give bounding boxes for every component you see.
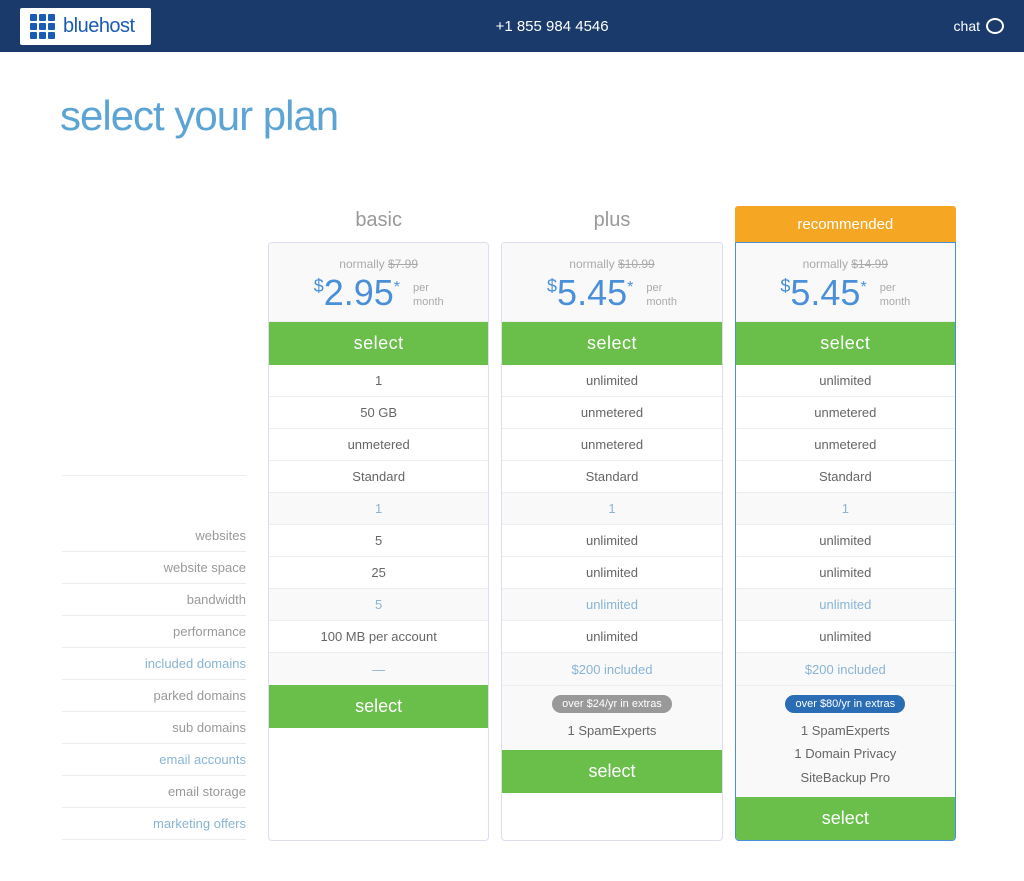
prime-extras-badge: over $80/yr in extras [785, 695, 905, 713]
prime-space: unmetered [736, 397, 955, 429]
phone-number: +1 855 984 4546 [496, 18, 609, 35]
label-websites: websites [62, 520, 246, 552]
prime-recommended-badge: recommended [735, 206, 956, 242]
plus-bandwidth: unmetered [502, 429, 721, 461]
prime-sitebackup: SiteBackup Pro [746, 766, 945, 789]
plus-plan-name: plus [501, 206, 722, 242]
chat-button[interactable]: chat [954, 18, 1004, 34]
prime-pricing: normally $14.99 $5.45* permonth [736, 243, 955, 322]
basic-price: $2.95* permonth [281, 275, 476, 311]
prime-extras: over $80/yr in extras 1 SpamExperts 1 Do… [736, 685, 955, 797]
label-included-domains: included domains [62, 648, 246, 680]
plus-websites: unlimited [502, 365, 721, 397]
basic-pricing: normally $7.99 $2.95* permonth [269, 243, 488, 322]
plan-plus: plus normally $10.99 $5.45* permonth sel… [501, 170, 722, 841]
plus-marketing: $200 included [502, 653, 721, 685]
logo-grid-icon [30, 14, 55, 39]
basic-plan-name: basic [268, 206, 489, 242]
plan-prime: recommended normally $14.99 $5.45* permo… [735, 170, 956, 841]
basic-included-domains: 1 [269, 493, 488, 525]
prime-features: unlimited unmetered unmetered Standard 1… [736, 365, 955, 685]
label-parked-domains: parked domains [62, 680, 246, 712]
prime-sub-domains: unlimited [736, 557, 955, 589]
chat-bubble-icon [986, 18, 1004, 34]
prime-included-domains: 1 [736, 493, 955, 525]
prime-bandwidth: unmetered [736, 429, 955, 461]
label-email-accounts: email accounts [62, 744, 246, 776]
prime-marketing: $200 included [736, 653, 955, 685]
label-website-space: website space [62, 552, 246, 584]
plus-spamexperts: 1 SpamExperts [512, 719, 711, 742]
basic-performance: Standard [269, 461, 488, 493]
header: bluehost +1 855 984 4546 chat [0, 0, 1024, 52]
plus-sub-domains: unlimited [502, 557, 721, 589]
plus-email-storage: unlimited [502, 621, 721, 653]
label-performance: performance [62, 616, 246, 648]
basic-select-top-button[interactable]: select [269, 322, 488, 365]
plus-normal-price: normally $10.99 [514, 257, 709, 271]
prime-email-storage: unlimited [736, 621, 955, 653]
prime-per-month: permonth [880, 281, 911, 310]
basic-normal-price: normally $7.99 [281, 257, 476, 271]
prime-websites: unlimited [736, 365, 955, 397]
plus-space: unmetered [502, 397, 721, 429]
basic-select-bottom-button[interactable]: select [269, 685, 488, 728]
basic-email-accounts: 5 [269, 589, 488, 621]
basic-sub-domains: 25 [269, 557, 488, 589]
basic-space: 50 GB [269, 397, 488, 429]
plus-pricing: normally $10.99 $5.45* permonth [502, 243, 721, 322]
basic-websites: 1 [269, 365, 488, 397]
basic-marketing: — [269, 653, 488, 685]
label-email-storage: email storage [62, 776, 246, 808]
prime-select-bottom-button[interactable]: select [736, 797, 955, 840]
label-bandwidth: bandwidth [62, 584, 246, 616]
prime-spamexperts: 1 SpamExperts [746, 719, 945, 742]
basic-features: 1 50 GB unmetered Standard 1 5 25 5 100 … [269, 365, 488, 685]
basic-plan-card: normally $7.99 $2.95* permonth select 1 … [268, 242, 489, 841]
labels-column: websites website space bandwidth perform… [62, 170, 262, 841]
basic-parked-domains: 5 [269, 525, 488, 557]
basic-per-month: permonth [413, 281, 444, 310]
label-sub-domains: sub domains [62, 712, 246, 744]
page-title: select your plan [60, 92, 964, 140]
prime-price: $5.45* permonth [748, 275, 943, 311]
prime-performance: Standard [736, 461, 955, 493]
plus-included-domains: 1 [502, 493, 721, 525]
prime-email-accounts: unlimited [736, 589, 955, 621]
label-marketing-offers: marketing offers [62, 808, 246, 840]
prime-select-top-button[interactable]: select [736, 322, 955, 365]
plus-extras: over $24/yr in extras 1 SpamExperts [502, 685, 721, 750]
plus-plan-card: normally $10.99 $5.45* permonth select u… [501, 242, 722, 841]
plus-select-bottom-button[interactable]: select [502, 750, 721, 793]
chat-label: chat [954, 18, 980, 34]
plus-extras-badge: over $24/yr in extras [552, 695, 672, 713]
logo-text: bluehost [63, 15, 135, 38]
basic-email-storage: 100 MB per account [269, 621, 488, 653]
basic-header-area [268, 170, 489, 206]
plus-parked-domains: unlimited [502, 525, 721, 557]
plus-per-month: permonth [646, 281, 677, 310]
plus-features: unlimited unmetered unmetered Standard 1… [502, 365, 721, 685]
prime-parked-domains: unlimited [736, 525, 955, 557]
prime-domain-privacy: 1 Domain Privacy [746, 742, 945, 765]
plus-email-accounts: unlimited [502, 589, 721, 621]
plus-select-top-button[interactable]: select [502, 322, 721, 365]
basic-bandwidth: unmetered [269, 429, 488, 461]
pricing-table: websites website space bandwidth perform… [62, 170, 962, 841]
page-title-section: select your plan [0, 52, 1024, 160]
prime-normal-price: normally $14.99 [748, 257, 943, 271]
pricing-section: websites website space bandwidth perform… [0, 160, 1024, 881]
plan-basic: basic normally $7.99 $2.95* permonth sel… [268, 170, 489, 841]
plus-performance: Standard [502, 461, 721, 493]
plus-price: $5.45* permonth [514, 275, 709, 311]
prime-plan-card: normally $14.99 $5.45* permonth select u… [735, 242, 956, 841]
logo[interactable]: bluehost [20, 8, 151, 45]
prime-header-area [735, 170, 956, 206]
plus-header-area [501, 170, 722, 206]
